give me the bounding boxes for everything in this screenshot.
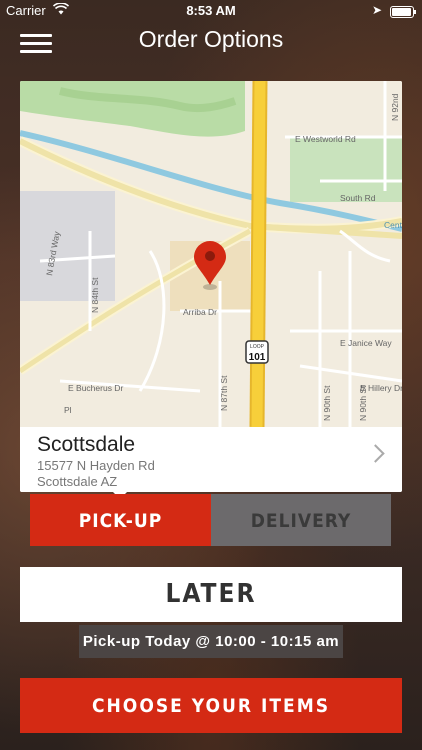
battery-icon (390, 6, 416, 18)
loop-num-text: 101 (249, 352, 266, 363)
store-location-row[interactable]: Scottsdale 15577 N Hayden Rd Scottsdale … (20, 427, 402, 492)
map-label: N 90th St (358, 385, 368, 421)
chevron-right-icon (366, 444, 385, 463)
map-label: N 92nd (390, 93, 400, 121)
map-label: E Westworld Rd (295, 134, 356, 144)
status-bar: Carrier 8:53 AM ➤ (0, 0, 422, 22)
store-address-line2: Scottsdale AZ (37, 474, 118, 489)
map-label: E Janice Way (340, 338, 392, 348)
location-arrow-icon: ➤ (371, 3, 382, 17)
map-label: N 90th St (322, 385, 332, 421)
store-address-line1: 15577 N Hayden Rd (37, 458, 155, 473)
store-name: Scottsdale (37, 433, 136, 456)
map-label: E Bucherus Dr (68, 383, 123, 393)
navigation-bar: Order Options (0, 22, 422, 62)
map-label: Arriba Dr (183, 307, 217, 317)
clock-time: 8:53 AM (186, 3, 236, 18)
map-label: South Rd (340, 193, 376, 203)
choose-items-button[interactable]: CHOOSE YOUR ITEMS (20, 678, 402, 733)
map-label: Cent (384, 220, 402, 230)
pickup-time-label: Pick-up Today @ 10:00 - 10:15 am (79, 625, 343, 658)
delivery-tab[interactable]: DELIVERY (211, 494, 391, 546)
loop-top-text: LOOP (250, 344, 265, 350)
location-card: LOOP 101 E Westworld Rd South Rd Cent Ar… (20, 81, 402, 492)
later-button[interactable]: LATER (20, 567, 402, 622)
store-map[interactable]: LOOP 101 E Westworld Rd South Rd Cent Ar… (20, 81, 402, 427)
loop-101-shield-icon: LOOP 101 (245, 340, 269, 364)
map-label: N 87th St (219, 375, 229, 411)
map-label: Pl (64, 405, 72, 415)
page-title: Order Options (138, 26, 284, 52)
pickup-tab[interactable]: PICK-UP (30, 494, 211, 546)
map-label: N 84th St (90, 277, 100, 313)
